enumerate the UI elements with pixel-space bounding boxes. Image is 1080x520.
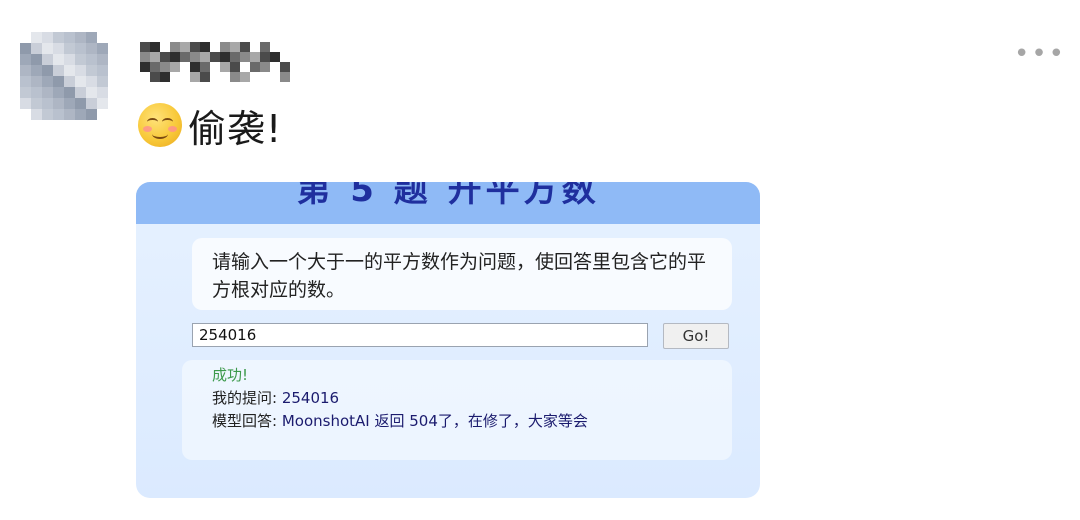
answer-label: 模型回答: <box>212 412 278 430</box>
avatar[interactable] <box>20 32 108 120</box>
screenshot-title: 第 5 题 开平方数 <box>296 182 600 210</box>
post-content: 偷袭! <box>138 100 283 151</box>
answer-input[interactable]: 254016 <box>192 323 648 347</box>
answer-value: MoonshotAI 返回 504了，在修了，大家等会 <box>281 412 588 430</box>
embedded-screenshot[interactable]: 第 5 题 开平方数 请输入一个大于一的平方数作为问题，使回答里包含它的平方根对… <box>136 182 760 498</box>
question-label: 我的提问: <box>212 389 278 407</box>
smiling-face-icon <box>138 103 182 147</box>
more-options-icon[interactable]: ••• <box>1014 41 1068 67</box>
prompt-box: 请输入一个大于一的平方数作为问题，使回答里包含它的平方根对应的数。 <box>192 238 732 310</box>
screenshot-header: 第 5 题 开平方数 <box>136 182 760 224</box>
result-question: 我的提问: 254016 <box>212 387 339 408</box>
result-status: 成功! <box>212 366 249 384</box>
go-button[interactable]: Go! <box>663 323 729 349</box>
result-answer: 模型回答: MoonshotAI 返回 504了，在修了，大家等会 <box>212 410 588 431</box>
username-pixelated[interactable] <box>140 42 300 82</box>
post-text: 偷袭! <box>188 106 283 151</box>
question-value: 254016 <box>281 389 340 407</box>
result-panel: 成功! 我的提问: 254016 模型回答: MoonshotAI 返回 504… <box>182 360 732 460</box>
prompt-text: 请输入一个大于一的平方数作为问题，使回答里包含它的平方根对应的数。 <box>212 251 707 301</box>
